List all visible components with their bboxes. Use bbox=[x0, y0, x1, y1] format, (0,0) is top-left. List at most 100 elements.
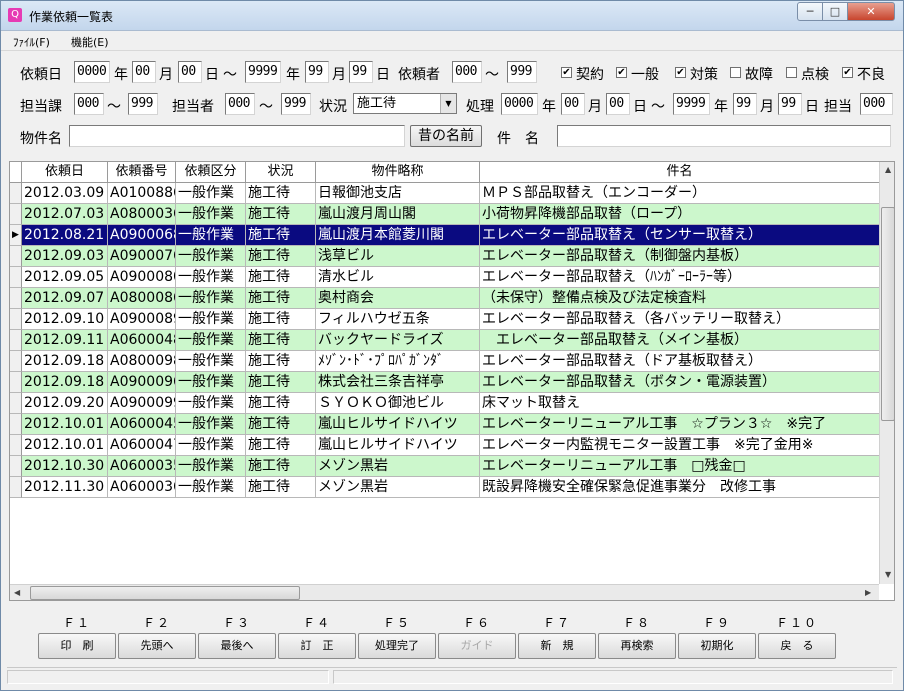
table-row[interactable]: 2012.10.01 A0600047 一般作業 施工待 嵐山ヒルサイドハイツ エレベータ… bbox=[10, 435, 880, 456]
cell-kubun[interactable]: 一般作業 bbox=[176, 393, 246, 414]
cell-kenmei[interactable]: （未保守）整備点検及び法定検査料 bbox=[480, 288, 880, 309]
kosho-checkbox[interactable] bbox=[730, 67, 741, 78]
tantosha-to-field[interactable]: 999 bbox=[281, 93, 311, 115]
tantosha-from-field[interactable]: 000 bbox=[225, 93, 255, 115]
row-indicator[interactable] bbox=[10, 288, 22, 309]
cell-bukken[interactable]: メゾン黒岩 bbox=[316, 477, 480, 498]
iraisha-from-field[interactable]: 000 bbox=[452, 61, 482, 83]
cell-status[interactable]: 施工待 bbox=[246, 372, 316, 393]
table-row[interactable]: 2012.09.05 A0900080 一般作業 施工待 清水ビル エレベーター部品取替え… bbox=[10, 267, 880, 288]
cell-kubun[interactable]: 一般作業 bbox=[176, 372, 246, 393]
tenken-checkbox[interactable] bbox=[786, 67, 797, 78]
cell-kubun[interactable]: 一般作業 bbox=[176, 246, 246, 267]
cell-date[interactable]: 2012.11.30 bbox=[22, 477, 108, 498]
cell-kubun[interactable]: 一般作業 bbox=[176, 183, 246, 204]
horizontal-scrollbar[interactable]: ◀ ▶ bbox=[10, 584, 879, 600]
column-header-date[interactable]: 依頼日 bbox=[22, 162, 108, 183]
scroll-down-icon[interactable]: ▼ bbox=[885, 570, 891, 579]
ippan-checkbox[interactable]: ✔ bbox=[616, 67, 627, 78]
furyo-checkbox[interactable]: ✔ bbox=[842, 67, 853, 78]
cell-kubun[interactable]: 一般作業 bbox=[176, 330, 246, 351]
cell-number[interactable]: A0600035 bbox=[108, 456, 176, 477]
cell-number[interactable]: A0600045 bbox=[108, 414, 176, 435]
cell-bukken[interactable]: 浅草ビル bbox=[316, 246, 480, 267]
cell-date[interactable]: 2012.07.03 bbox=[22, 204, 108, 225]
table-row[interactable]: 2012.11.30 A0600036 一般作業 施工待 メゾン黒岩 既設昇降機安全確保緊… bbox=[10, 477, 880, 498]
status-dropdown[interactable]: 施工待 ▼ bbox=[353, 93, 457, 114]
table-row[interactable]: 2012.09.03 A0900076 一般作業 施工待 浅草ビル エレベーター部品取替え… bbox=[10, 246, 880, 267]
cell-date[interactable]: 2012.09.07 bbox=[22, 288, 108, 309]
row-indicator[interactable] bbox=[10, 309, 22, 330]
cell-bukken[interactable]: 嵐山渡月本館菱川閣 bbox=[316, 225, 480, 246]
cell-bukken[interactable]: ＳＹＯＫＯ御池ビル bbox=[316, 393, 480, 414]
table-row[interactable]: 2012.09.18 A0900096 一般作業 施工待 株式会社三条吉祥亭 エレベーター… bbox=[10, 372, 880, 393]
kenmei-field[interactable] bbox=[557, 125, 891, 147]
row-indicator[interactable] bbox=[10, 477, 22, 498]
row-indicator[interactable] bbox=[10, 351, 22, 372]
cell-bukken[interactable]: 嵐山渡月周山閣 bbox=[316, 204, 480, 225]
cell-status[interactable]: 施工待 bbox=[246, 204, 316, 225]
cell-bukken[interactable]: 嵐山ヒルサイドハイツ bbox=[316, 435, 480, 456]
iraisha-to-field[interactable]: 999 bbox=[507, 61, 537, 83]
irai-to-day-field[interactable]: 99 bbox=[349, 61, 373, 83]
cell-number[interactable]: A0100886 bbox=[108, 183, 176, 204]
cell-number[interactable]: A0900089 bbox=[108, 309, 176, 330]
row-indicator[interactable] bbox=[10, 246, 22, 267]
cell-kenmei[interactable]: 小荷物昇降機部品取替（ロープ） bbox=[480, 204, 880, 225]
cell-kenmei[interactable]: エレベーター部品取替え（ドア基板取替え） bbox=[480, 351, 880, 372]
cell-bukken[interactable]: 清水ビル bbox=[316, 267, 480, 288]
cell-number[interactable]: A0600036 bbox=[108, 477, 176, 498]
cell-date[interactable]: 2012.09.11 bbox=[22, 330, 108, 351]
cell-date[interactable]: 2012.10.01 bbox=[22, 414, 108, 435]
tanto-field[interactable]: 000 bbox=[860, 93, 893, 115]
row-indicator[interactable] bbox=[10, 183, 22, 204]
f8-research-button[interactable]: 再検索 bbox=[598, 633, 676, 659]
cell-status[interactable]: 施工待 bbox=[246, 267, 316, 288]
row-indicator[interactable] bbox=[10, 414, 22, 435]
cell-kenmei[interactable]: エレベーター部品取替え（ﾊﾝｶﾞｰﾛｰﾗｰ等） bbox=[480, 267, 880, 288]
keiyaku-checkbox[interactable]: ✔ bbox=[561, 67, 572, 78]
cell-kubun[interactable]: 一般作業 bbox=[176, 225, 246, 246]
tantoka-from-field[interactable]: 000 bbox=[74, 93, 104, 115]
table-row[interactable]: 2012.10.01 A0600045 一般作業 施工待 嵐山ヒルサイドハイツ エレベータ… bbox=[10, 414, 880, 435]
title-bar[interactable]: Q 作業依頼一覧表 ─ □ ✕ bbox=[1, 1, 903, 31]
close-button[interactable]: ✕ bbox=[847, 2, 895, 21]
cell-bukken[interactable]: バックヤードライズ bbox=[316, 330, 480, 351]
irai-to-year-field[interactable]: 9999 bbox=[245, 61, 281, 83]
cell-kubun[interactable]: 一般作業 bbox=[176, 435, 246, 456]
scroll-left-icon[interactable]: ◀ bbox=[14, 588, 20, 597]
f7-new-button[interactable]: 新 規 bbox=[518, 633, 596, 659]
f9-reset-button[interactable]: 初期化 bbox=[678, 633, 756, 659]
shori-from-month-field[interactable]: 00 bbox=[561, 93, 585, 115]
row-indicator[interactable] bbox=[10, 456, 22, 477]
shori-to-year-field[interactable]: 9999 bbox=[673, 93, 710, 115]
table-row[interactable]: 2012.07.03 A0800036 一般作業 施工待 嵐山渡月周山閣 小荷物昇降機部品… bbox=[10, 204, 880, 225]
cell-kenmei[interactable]: エレベーター部品取替え（各バッテリー取替え） bbox=[480, 309, 880, 330]
cell-status[interactable]: 施工待 bbox=[246, 225, 316, 246]
cell-status[interactable]: 施工待 bbox=[246, 414, 316, 435]
cell-number[interactable]: A0800036 bbox=[108, 204, 176, 225]
cell-number[interactable]: A0600048 bbox=[108, 330, 176, 351]
cell-kenmei[interactable]: エレベーター部品取替え（センサー取替え） bbox=[480, 225, 880, 246]
cell-kubun[interactable]: 一般作業 bbox=[176, 288, 246, 309]
column-header-number[interactable]: 依頼番号 bbox=[108, 162, 176, 183]
work-request-table[interactable]: 依頼日 依頼番号 依頼区分 状況 物件略称 件名 2012.03.09 A0100… bbox=[9, 161, 895, 601]
cell-status[interactable]: 施工待 bbox=[246, 351, 316, 372]
cell-date[interactable]: 2012.09.18 bbox=[22, 372, 108, 393]
irai-to-month-field[interactable]: 99 bbox=[305, 61, 329, 83]
cell-kubun[interactable]: 一般作業 bbox=[176, 477, 246, 498]
row-indicator[interactable] bbox=[10, 393, 22, 414]
cell-status[interactable]: 施工待 bbox=[246, 330, 316, 351]
shori-from-day-field[interactable]: 00 bbox=[606, 93, 630, 115]
vertical-scrollbar[interactable]: ▲ ▼ bbox=[879, 162, 894, 584]
minimize-button[interactable]: ─ bbox=[797, 2, 823, 21]
cell-bukken[interactable]: ﾒｿﾞﾝ･ﾄﾞ･ﾌﾟﾛﾊﾟｶﾞﾝﾀﾞ bbox=[316, 351, 480, 372]
cell-kubun[interactable]: 一般作業 bbox=[176, 456, 246, 477]
row-indicator[interactable]: ▶ bbox=[10, 225, 22, 246]
cell-number[interactable]: A0900076 bbox=[108, 246, 176, 267]
irai-from-month-field[interactable]: 00 bbox=[132, 61, 156, 83]
column-header-kubun[interactable]: 依頼区分 bbox=[176, 162, 246, 183]
table-row[interactable]: 2012.09.20 A0900099 一般作業 施工待 ＳＹＯＫＯ御池ビル 床マット取替… bbox=[10, 393, 880, 414]
cell-status[interactable]: 施工待 bbox=[246, 435, 316, 456]
cell-date[interactable]: 2012.09.03 bbox=[22, 246, 108, 267]
